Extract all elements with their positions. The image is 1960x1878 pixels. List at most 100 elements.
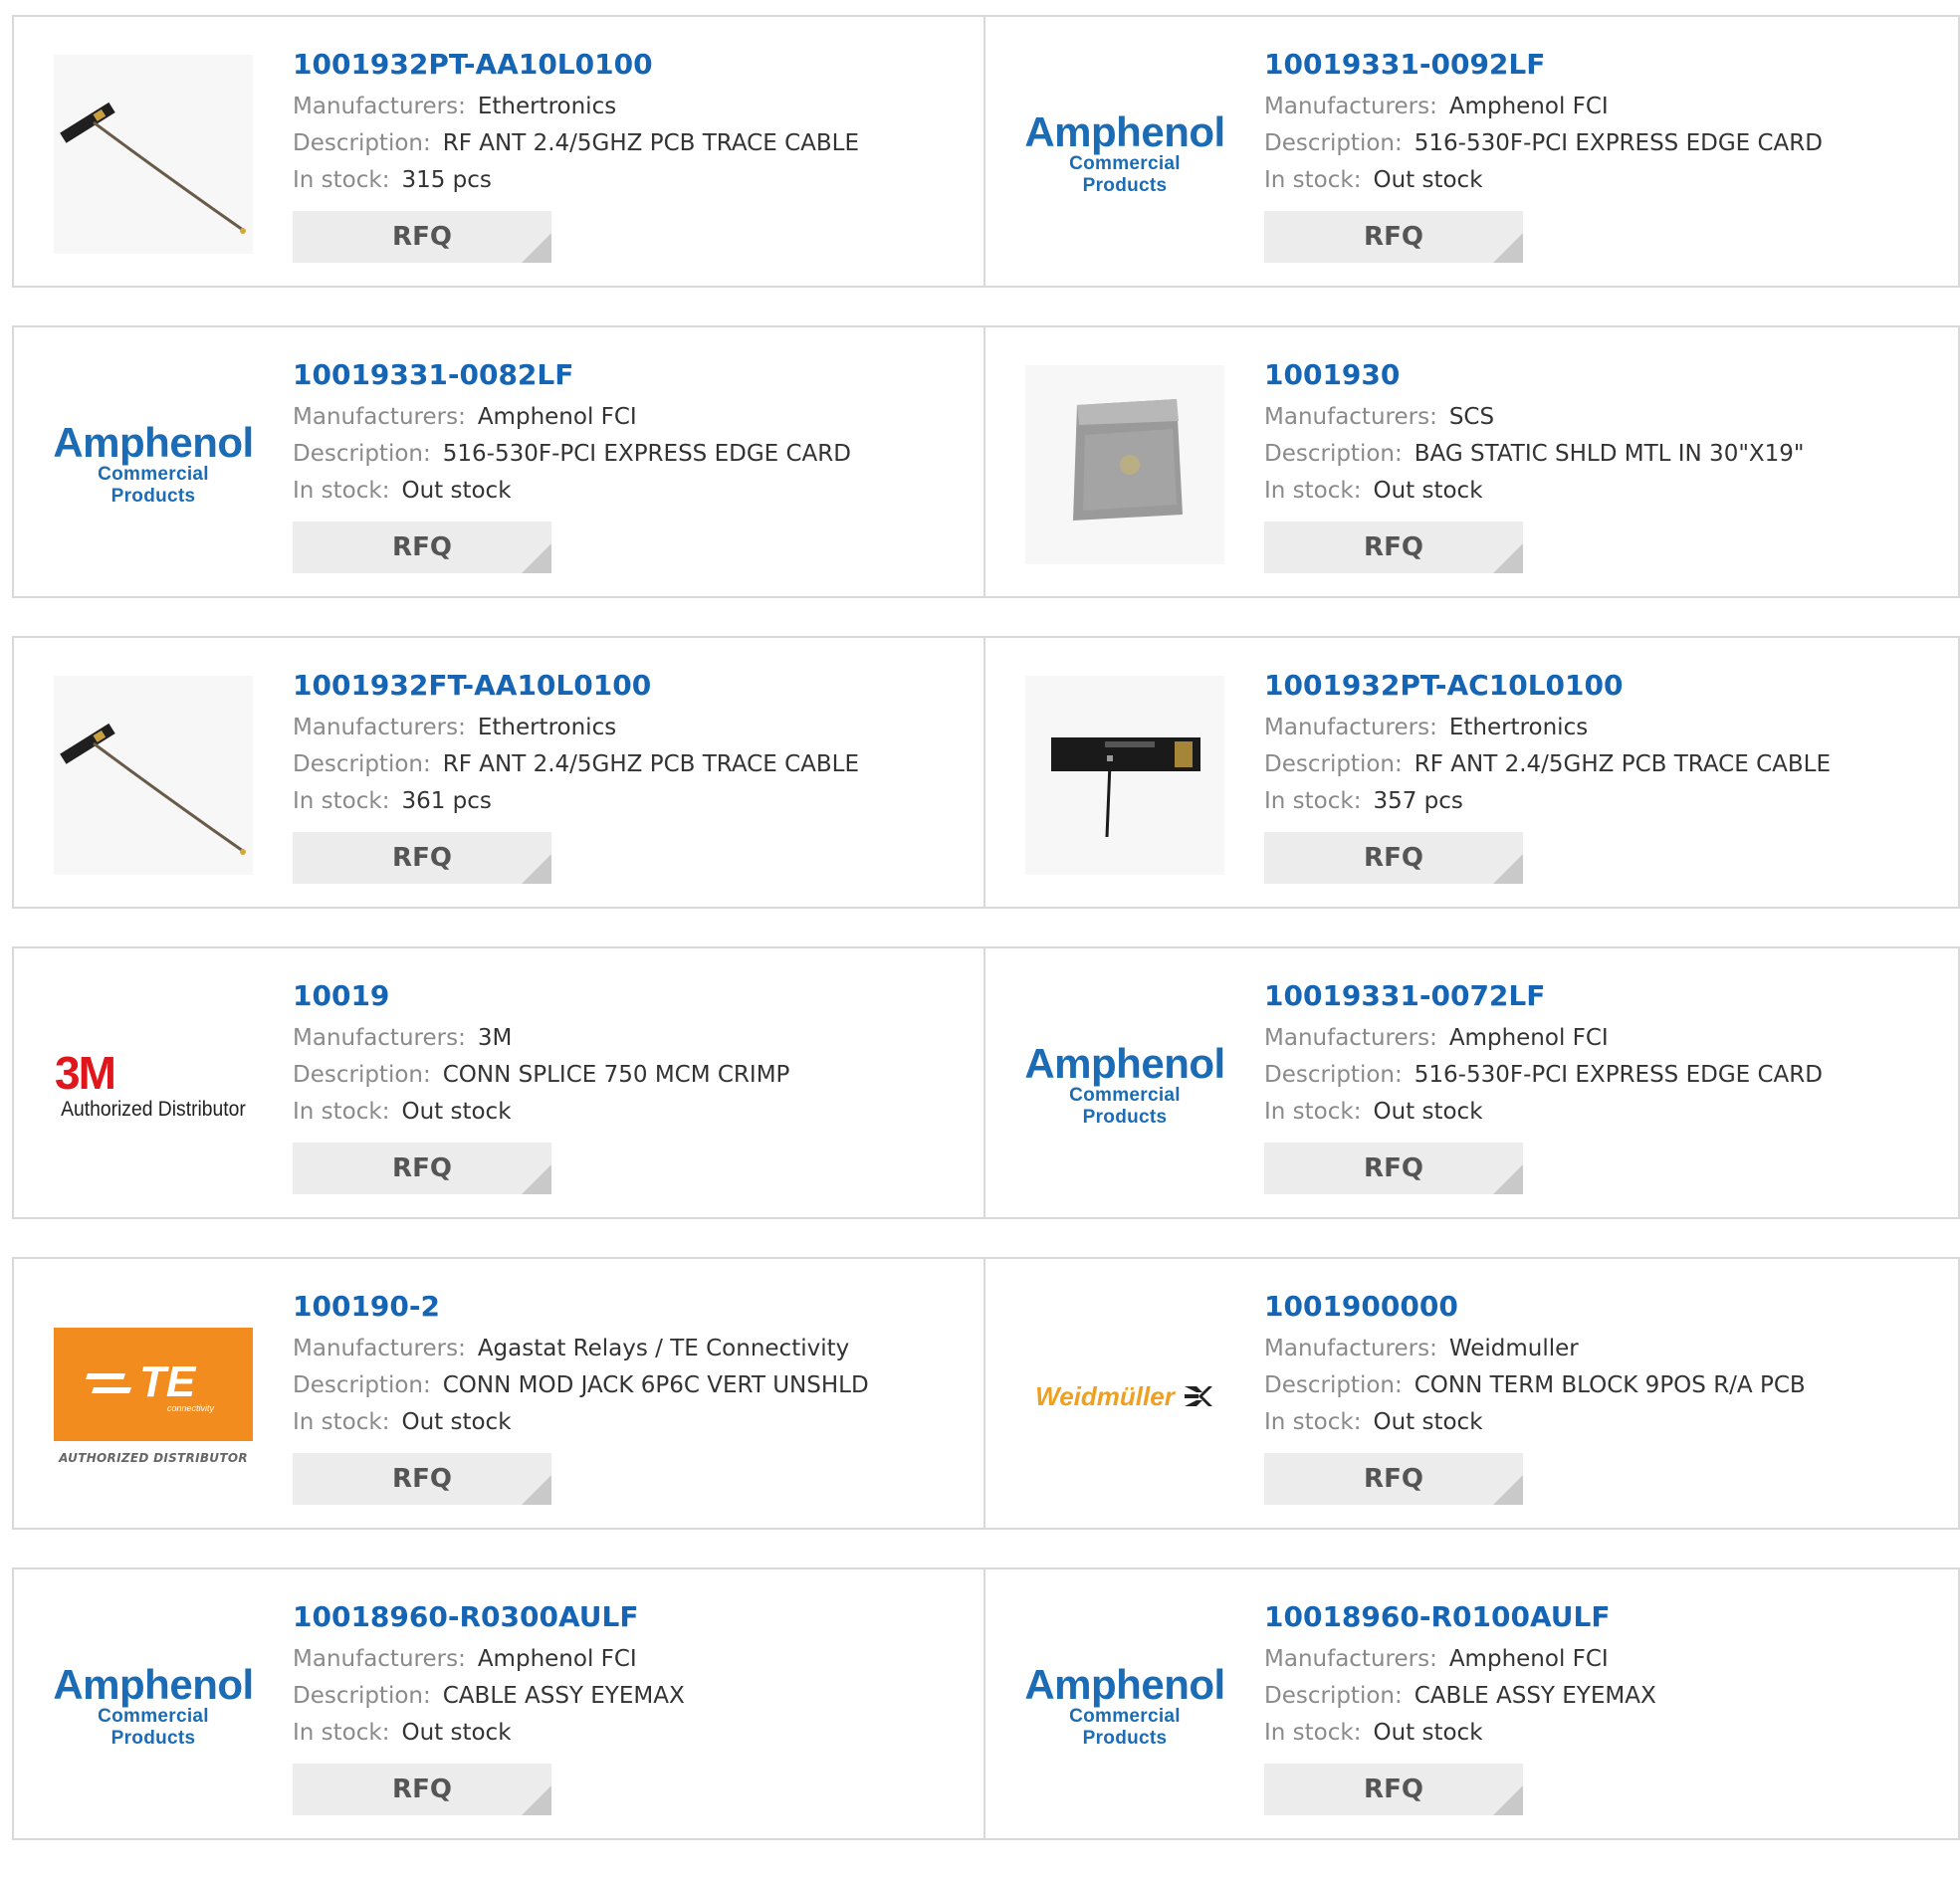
part-number-link[interactable]: 10019331-0082LF (293, 355, 964, 395)
manufacturer-line: Manufacturers: Ethertronics (293, 710, 964, 746)
stock-value: 315 pcs (401, 167, 492, 193)
part-number-link[interactable]: 1001930 (1264, 355, 1938, 395)
rfq-button[interactable]: RFQ (1264, 522, 1523, 573)
rfq-button[interactable]: RFQ (1264, 1764, 1523, 1815)
corner-triangle-icon (522, 1475, 551, 1505)
rfq-button[interactable]: RFQ (293, 1453, 551, 1505)
rfq-label: RFQ (1364, 1464, 1423, 1494)
product-row: Amphenol Commercial Products 10019331-00… (12, 325, 1960, 598)
product-thumbnail[interactable]: Amphenol Commercial Products (1025, 1607, 1224, 1806)
logo-name: Amphenol (1025, 108, 1224, 155)
product-thumbnail[interactable] (1025, 365, 1224, 564)
logo-subtitle: Commercial Products (1069, 153, 1181, 196)
product-thumbnail[interactable]: Weidmüller (1025, 1297, 1224, 1496)
part-number-link[interactable]: 1001932PT-AC10L0100 (1264, 666, 1938, 706)
logo-subtitle: Commercial Products (98, 464, 209, 507)
manufacturer-line: Manufacturers: Weidmuller (1264, 1331, 1938, 1367)
rfq-button[interactable]: RFQ (1264, 1453, 1523, 1505)
product-row: Amphenol Commercial Products 10018960-R0… (12, 1567, 1960, 1840)
stock-line: In stock: Out stock (1264, 473, 1938, 510)
part-number-link[interactable]: 10018960-R0300AULF (293, 1597, 964, 1637)
product-thumbnail[interactable] (54, 55, 253, 254)
rfq-label: RFQ (392, 1153, 452, 1183)
product-thumbnail[interactable] (54, 676, 253, 875)
product-thumbnail[interactable]: 3M Authorized Distributor (54, 986, 253, 1185)
product-thumbnail[interactable] (1025, 676, 1224, 875)
product-info: 1001930 Manufacturers: SCS Description: BA… (1264, 355, 1938, 573)
rfq-label: RFQ (392, 1774, 452, 1804)
manufacturer-line: Manufacturers: 3M (293, 1020, 964, 1057)
product-thumbnail[interactable]: Amphenol Commercial Products (1025, 986, 1224, 1185)
manufacturer-value: Amphenol FCI (477, 1646, 637, 1672)
rfq-button[interactable]: RFQ (293, 1143, 551, 1194)
product-thumbnail[interactable]: Amphenol Commercial Products (1025, 55, 1224, 254)
corner-triangle-icon (1493, 543, 1523, 573)
manufacturer-value: 3M (477, 1025, 513, 1051)
description-label: Description: (293, 1683, 431, 1709)
corner-triangle-icon (1493, 1785, 1523, 1815)
te-mark-icon: TE connectivity (86, 1357, 215, 1413)
manufacturer-value: Amphenol FCI (1448, 94, 1609, 119)
antenna-cable-photo (54, 55, 253, 254)
rfq-button[interactable]: RFQ (1264, 1143, 1523, 1194)
amphenol-logo: Amphenol Commercial Products (1025, 1043, 1224, 1129)
manufacturer-value: Amphenol FCI (1448, 1646, 1609, 1672)
amphenol-logo: Amphenol Commercial Products (54, 422, 253, 508)
logo-name: 3M (55, 1047, 116, 1099)
stock-value: Out stock (1373, 1409, 1483, 1435)
rfq-button[interactable]: RFQ (293, 832, 551, 884)
product-card: 1001932FT-AA10L0100 Manufacturers: Ethert… (12, 636, 985, 909)
manufacturers-label: Manufacturers: (1264, 1646, 1437, 1672)
stock-line: In stock: Out stock (293, 1715, 964, 1752)
manufacturer-value: Weidmuller (1448, 1336, 1579, 1361)
manufacturers-label: Manufacturers: (293, 1025, 466, 1051)
description-label: Description: (293, 441, 431, 467)
product-thumbnail[interactable]: TE connectivity AUTHORIZED DISTRIBUTOR (54, 1297, 253, 1496)
product-row: 1001932PT-AA10L0100 Manufacturers: Ethert… (12, 15, 1960, 288)
stock-line: In stock: Out stock (1264, 1404, 1938, 1441)
rfq-button[interactable]: RFQ (293, 522, 551, 573)
product-thumbnail[interactable]: Amphenol Commercial Products (54, 365, 253, 564)
manufacturers-label: Manufacturers: (293, 94, 466, 119)
rfq-button[interactable]: RFQ (293, 1764, 551, 1815)
part-number-link[interactable]: 10019331-0072LF (1264, 976, 1938, 1016)
product-card: Amphenol Commercial Products 10018960-R0… (12, 1567, 985, 1840)
rfq-button[interactable]: RFQ (1264, 832, 1523, 884)
rfq-label: RFQ (392, 222, 452, 252)
rfq-label: RFQ (1364, 222, 1423, 252)
logo-name: Amphenol (54, 419, 253, 466)
logo-subtitle: Commercial Products (1069, 1706, 1181, 1749)
stock-value: 357 pcs (1373, 788, 1463, 814)
manufacturers-label: Manufacturers: (293, 404, 466, 430)
logo-subtitle: Commercial Products (98, 1706, 209, 1749)
description-line: Description: CABLE ASSY EYEMAX (293, 1678, 964, 1715)
manufacturer-line: Manufacturers: Amphenol FCI (293, 399, 964, 436)
rfq-button[interactable]: RFQ (1264, 211, 1523, 263)
description-value: CONN TERM BLOCK 9POS R/A PCB (1414, 1372, 1806, 1398)
manufacturers-label: Manufacturers: (1264, 404, 1437, 430)
manufacturer-value: Amphenol FCI (1448, 1025, 1609, 1051)
corner-triangle-icon (522, 854, 551, 884)
part-number-link[interactable]: 100190-2 (293, 1287, 964, 1327)
part-number-link[interactable]: 1001932PT-AA10L0100 (293, 45, 964, 85)
part-number-link[interactable]: 10019 (293, 976, 964, 1016)
description-label: Description: (293, 130, 431, 156)
product-thumbnail[interactable]: Amphenol Commercial Products (54, 1607, 253, 1806)
rfq-button[interactable]: RFQ (293, 211, 551, 263)
amphenol-logo: Amphenol Commercial Products (1025, 1664, 1224, 1750)
part-number-link[interactable]: 1001932FT-AA10L0100 (293, 666, 964, 706)
part-number-link[interactable]: 1001900000 (1264, 1287, 1938, 1327)
in-stock-label: In stock: (1264, 1720, 1362, 1746)
description-value: BAG STATIC SHLD MTL IN 30"X19" (1414, 441, 1805, 467)
stock-line: In stock: Out stock (1264, 1715, 1938, 1752)
logo-subtitle: Authorized Distributor (61, 1098, 246, 1121)
description-label: Description: (1264, 751, 1403, 777)
manufacturers-label: Manufacturers: (293, 715, 466, 740)
stock-line: In stock: Out stock (293, 1404, 964, 1441)
part-number-link[interactable]: 10018960-R0100AULF (1264, 1597, 1938, 1637)
manufacturers-label: Manufacturers: (293, 1646, 466, 1672)
manufacturer-value: Ethertronics (477, 94, 617, 119)
part-number-link[interactable]: 10019331-0092LF (1264, 45, 1938, 85)
in-stock-label: In stock: (1264, 1409, 1362, 1435)
stock-value: Out stock (1373, 478, 1483, 504)
